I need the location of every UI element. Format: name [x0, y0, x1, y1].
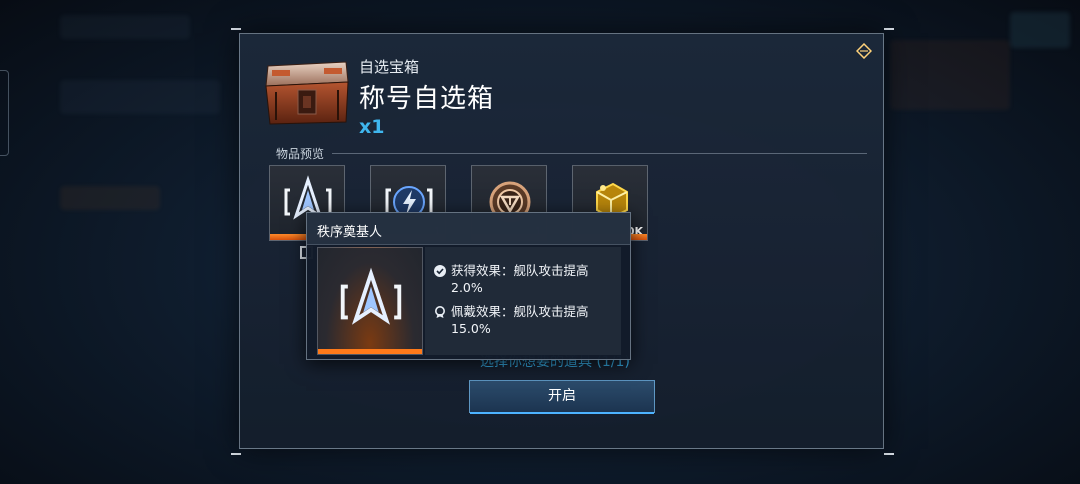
chest-name: 称号自选箱 — [359, 84, 495, 114]
background-header-blur — [60, 15, 190, 39]
item-tooltip: 秩序奠基人 获得效果：舰队攻击提高 2.0% 佩戴效果：舰队攻击提高 15.0% — [306, 212, 631, 360]
wear-effect-text: 佩戴效果：舰队攻击提高 — [451, 304, 589, 319]
corner-bracket — [231, 28, 241, 30]
check-circle-icon — [434, 264, 446, 277]
corner-bracket — [231, 453, 241, 455]
background-corner-button-blur — [1010, 12, 1070, 48]
diamond-info-icon[interactable] — [855, 42, 873, 60]
tooltip-effects: 获得效果：舰队攻击提高 2.0% 佩戴效果：舰队攻击提高 15.0% — [425, 247, 621, 355]
corner-bracket — [884, 453, 894, 455]
obtain-effect-value: 2.0% — [451, 280, 483, 295]
wear-effect-value: 15.0% — [451, 321, 491, 336]
badge-ribbon-icon — [434, 305, 446, 318]
obtain-effect-text: 获得效果：舰队攻击提高 — [451, 263, 589, 278]
open-button[interactable]: 开启 — [469, 380, 655, 414]
preview-divider — [332, 153, 867, 154]
background-card-blur — [890, 40, 1010, 110]
background-button-blur — [60, 186, 160, 210]
chest-category: 自选宝箱 — [359, 58, 420, 76]
corner-bracket — [884, 28, 894, 30]
tooltip-item-image — [317, 247, 423, 355]
order-arrow-emblem-icon — [340, 267, 402, 325]
background-title-blur — [60, 80, 220, 114]
rarity-bar — [318, 349, 422, 354]
chest-image — [262, 56, 352, 126]
preview-label: 物品预览 — [276, 147, 325, 161]
tooltip-title: 秩序奠基人 — [317, 225, 383, 240]
chest-quantity: x1 — [359, 116, 385, 138]
background-side-tab — [0, 70, 9, 156]
